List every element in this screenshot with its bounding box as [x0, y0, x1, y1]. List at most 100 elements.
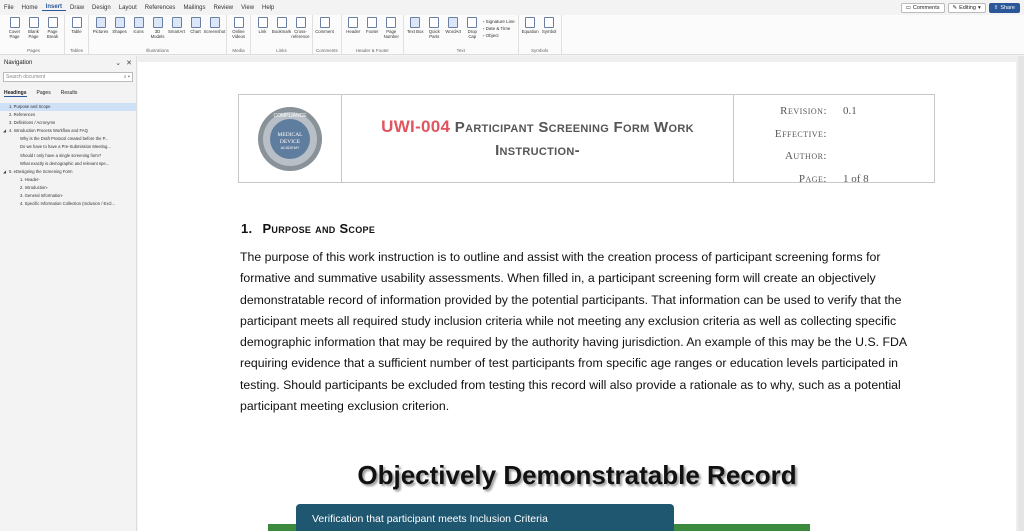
- quick-parts-button[interactable]: Quick Parts: [426, 17, 443, 39]
- ribbon-button-label: WordArt: [445, 29, 462, 34]
- nav-heading-item[interactable]: 3. Definitions / Acronyms: [0, 119, 136, 127]
- cover-page-button[interactable]: Cover Page: [6, 17, 23, 39]
- nav-heading-item[interactable]: 1. Purpose and Scope: [0, 103, 136, 112]
- nav-heading-item[interactable]: ◢ 5. eDesigning the Screening Form: [0, 168, 136, 176]
- chart-button[interactable]: Chart: [187, 17, 204, 34]
- equation-button[interactable]: Equation: [522, 17, 539, 34]
- text-box-button[interactable]: Text Box: [407, 17, 424, 34]
- ribbon-group-tables: Table Tables: [65, 15, 89, 54]
- nav-header: Navigation ⌄ ✕: [0, 56, 136, 70]
- tab-results[interactable]: Results: [61, 90, 78, 97]
- smartart-button[interactable]: SmartArt: [168, 17, 185, 34]
- svg-text:ACADEMY: ACADEMY: [281, 146, 300, 150]
- menu-home[interactable]: Home: [18, 5, 42, 11]
- svg-text:DEVICE: DEVICE: [280, 139, 301, 145]
- ribbon-group-label: Header & Footer: [355, 48, 389, 53]
- collapse-caret-icon[interactable]: ◢: [3, 127, 6, 135]
- nav-heading-text: 5. eDesigning the Screening Form: [9, 168, 73, 174]
- menu-insert[interactable]: Insert: [41, 4, 67, 11]
- ribbon-group-label: Tables: [69, 48, 83, 53]
- menu-draw[interactable]: Draw: [66, 5, 88, 11]
- nav-heading-item[interactable]: Do we have to have a Pre-Submission Meet…: [0, 143, 136, 151]
- collapse-caret-icon[interactable]: ◢: [3, 168, 6, 176]
- document-page[interactable]: COMPLIANCE MEDICAL DEVICE ACADEMY UWI-00…: [138, 62, 1016, 531]
- page-break-button[interactable]: Page Break: [44, 17, 61, 39]
- menu-layout[interactable]: Layout: [115, 5, 141, 11]
- link-button[interactable]: Link: [254, 17, 271, 34]
- icons-button[interactable]: Icons: [130, 17, 147, 34]
- nav-heading-item[interactable]: 1. Header-: [0, 176, 136, 184]
- comment-button[interactable]: Comment: [315, 17, 334, 34]
- menu-view[interactable]: View: [237, 5, 258, 11]
- ribbon-button-label: Page Break: [46, 29, 59, 39]
- pictures-button[interactable]: Pictures: [92, 17, 109, 34]
- share-button[interactable]: ⇧ Share: [988, 2, 1020, 13]
- nav-heading-item[interactable]: Should I only have a single screening fo…: [0, 152, 136, 160]
- nav-search-input[interactable]: Search document ⌕ ▾: [3, 72, 133, 82]
- page-number-button[interactable]: Page Number: [383, 17, 400, 39]
- ribbon-button-label: Cross-reference: [291, 29, 310, 39]
- nav-heading-item[interactable]: 3. General Information-: [0, 192, 136, 200]
- symbol-button[interactable]: Symbol: [541, 17, 558, 34]
- ribbon-group-comments: Comment Comments: [313, 15, 342, 54]
- ribbon-group-symbols: Equation Symbol Symbols: [519, 15, 562, 54]
- 3d-models-button[interactable]: 3D Models: [149, 17, 166, 39]
- menu-design[interactable]: Design: [88, 5, 115, 11]
- menu-file[interactable]: File: [0, 5, 18, 11]
- pictures-icon: [95, 17, 106, 28]
- vertical-scrollbar[interactable]: [1018, 56, 1024, 531]
- comments-button[interactable]: ▭ Comments: [900, 2, 945, 13]
- search-icon[interactable]: ⌕ ▾: [124, 74, 130, 80]
- chevron-down-icon[interactable]: ⌄: [115, 59, 121, 67]
- link-icon: [257, 17, 268, 28]
- bookmark-icon: [276, 17, 287, 28]
- nav-heading-text: Do we have to have a Pre-Submission Meet…: [20, 144, 111, 150]
- meta-cell: Revision: 0.1 Effective: Author: Page: 1 o…: [734, 95, 934, 185]
- ribbon-button-label: Table: [71, 29, 82, 34]
- ribbon-group-items: Link Bookmark Cross-reference: [254, 15, 310, 48]
- nav-heading-item[interactable]: 4. Specific Information Collection (Incl…: [0, 200, 136, 208]
- ribbon-group-label: Comments: [316, 48, 338, 53]
- drop-cap-button[interactable]: Drop Cap: [464, 17, 481, 39]
- ribbon-button-label: Header: [346, 29, 361, 34]
- menu-help[interactable]: Help: [258, 5, 278, 11]
- object-button[interactable]: ▫ Object: [483, 33, 515, 38]
- menu-mailings[interactable]: Mailings: [179, 5, 209, 11]
- footer-icon: [367, 17, 378, 28]
- ribbon-button-label: Icons: [133, 29, 144, 34]
- logo-cell: COMPLIANCE MEDICAL DEVICE ACADEMY: [239, 95, 342, 182]
- signature-line-button[interactable]: ▫ Signature Line: [483, 19, 515, 24]
- footer-button[interactable]: Footer: [364, 17, 381, 34]
- text-box-icon: [410, 17, 421, 28]
- document-code: UWI-004: [381, 117, 451, 136]
- tab-headings[interactable]: Headings: [4, 90, 27, 97]
- nav-heading-item[interactable]: 2. References: [0, 111, 136, 119]
- tab-pages[interactable]: Pages: [37, 90, 51, 97]
- wordart-button[interactable]: WordArt: [445, 17, 462, 34]
- close-icon[interactable]: ✕: [126, 59, 132, 67]
- blank-page-button[interactable]: Blank Page: [25, 17, 42, 39]
- nav-heading-text: 1. Header-: [20, 176, 40, 182]
- table-button[interactable]: Table: [68, 17, 85, 34]
- comment-icon: ▭: [905, 4, 911, 11]
- date-time-button[interactable]: ▫ Date & Time: [483, 26, 515, 31]
- nav-heading-item[interactable]: Why is the Draft Protocol created before…: [0, 135, 136, 143]
- graphic-teal-box: Verification that participant meets Incl…: [296, 504, 674, 531]
- cross-reference-button[interactable]: Cross-reference: [291, 17, 310, 39]
- nav-heading-item[interactable]: 2. Introduction-: [0, 184, 136, 192]
- menu-review[interactable]: Review: [209, 5, 237, 11]
- editing-button[interactable]: ✎ Editing ▾: [947, 2, 986, 13]
- bookmark-button[interactable]: Bookmark: [272, 17, 291, 34]
- menu-references[interactable]: References: [141, 5, 180, 11]
- nav-heading-item[interactable]: ◢ 4. Introduction Process Workflow and FA…: [0, 127, 136, 135]
- ribbon-group-label: Symbols: [531, 48, 549, 53]
- ribbon-button-label: SmartArt: [168, 29, 185, 34]
- shapes-button[interactable]: Shapes: [111, 17, 128, 34]
- ribbon-group-items: Pictures Shapes Icons 3D Models SmartArt Char…: [92, 15, 225, 48]
- header-button[interactable]: Header: [345, 17, 362, 34]
- online-videos-button[interactable]: Online Videos: [230, 17, 247, 39]
- nav-heading-item[interactable]: What exactly is demographic and relevant…: [0, 160, 136, 168]
- section-heading: 1. Purpose and Scope: [241, 221, 375, 236]
- screenshot-button[interactable]: Screenshot: [204, 17, 225, 34]
- menu-bar: File Home Insert Draw Design Layout References…: [0, 0, 1024, 15]
